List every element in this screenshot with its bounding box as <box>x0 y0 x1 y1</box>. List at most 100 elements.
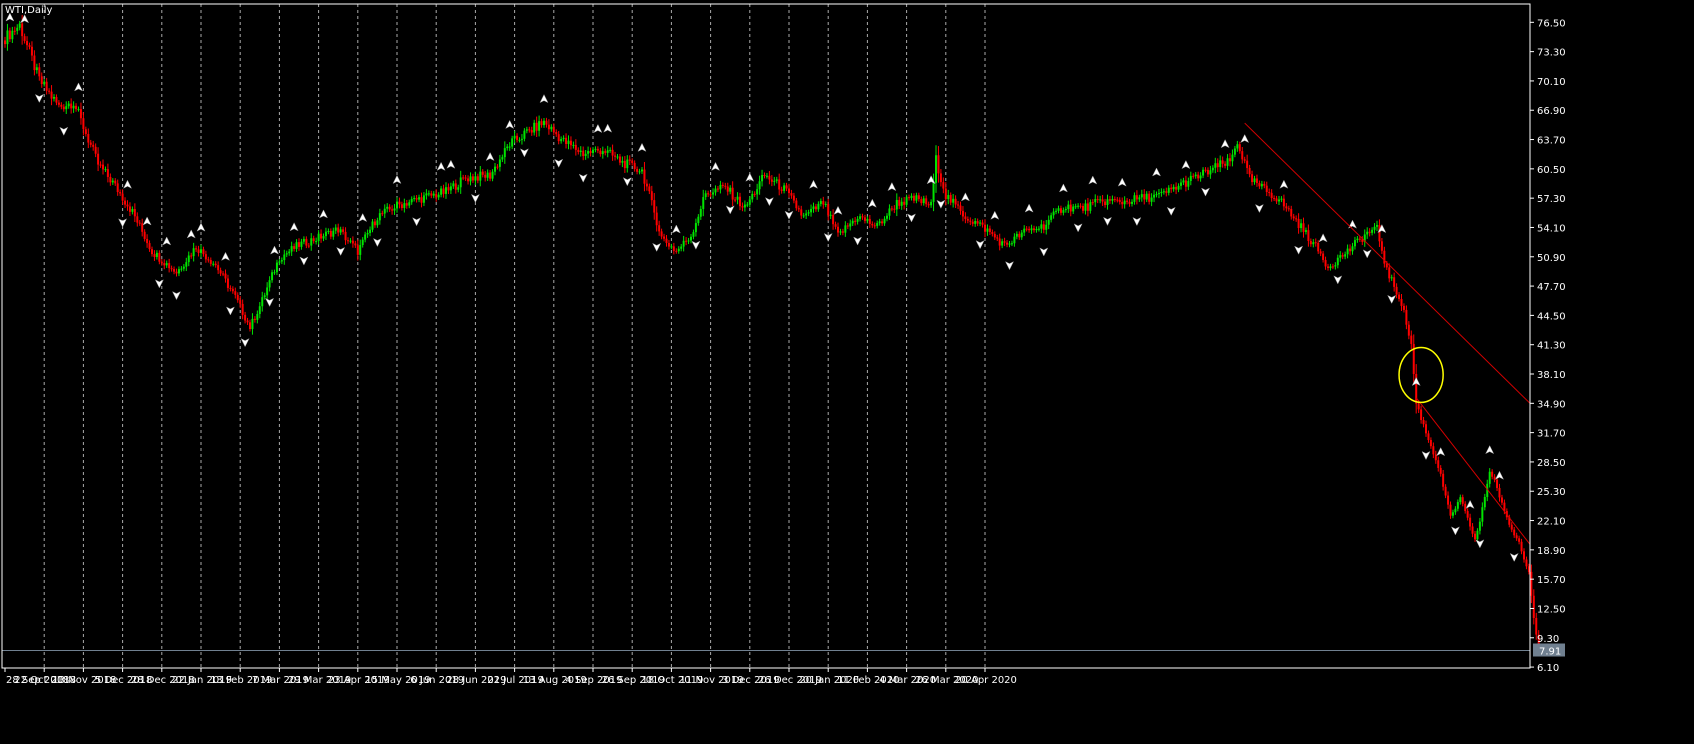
candle-body <box>1378 225 1381 242</box>
candle-body <box>577 149 580 152</box>
candle-body <box>1456 502 1459 509</box>
candle-body <box>922 198 925 204</box>
candle-body <box>8 30 11 40</box>
candle-body <box>1111 199 1114 201</box>
candle-body <box>339 229 342 233</box>
candle-body <box>1165 191 1168 193</box>
candle-body <box>1143 194 1146 200</box>
candle-body <box>682 240 685 247</box>
y-tick-label: 18.90 <box>1537 546 1566 557</box>
candle-body <box>1510 524 1513 530</box>
candle-body <box>1197 174 1200 179</box>
candle-body <box>23 36 26 41</box>
candle-body <box>604 151 607 153</box>
candle-body <box>1204 169 1207 171</box>
candle-body <box>18 23 21 28</box>
candle-body <box>457 187 460 190</box>
candle-body <box>1500 497 1503 503</box>
candle-body <box>4 40 6 45</box>
candle-body <box>912 195 915 201</box>
candle-body <box>1243 159 1246 161</box>
candle-body <box>224 273 227 279</box>
candle-body <box>1260 183 1263 187</box>
candle-body <box>508 146 511 148</box>
candle-body <box>770 179 773 182</box>
candle-body <box>212 263 215 265</box>
candle-body <box>756 189 759 195</box>
candle-body <box>851 220 854 224</box>
candle-body <box>155 252 158 257</box>
candle-body <box>908 197 911 199</box>
candle-body <box>641 169 643 172</box>
candle-body <box>1140 194 1143 198</box>
candle-body <box>1135 195 1138 200</box>
candle-body <box>1273 197 1276 199</box>
candle-body <box>824 204 827 206</box>
candle-body <box>430 193 433 196</box>
candle-body <box>1265 185 1268 193</box>
chart-container[interactable]: 76.50 73.30 70.10 66.90 63.70 60.50 57.30 54.10… <box>0 0 1694 744</box>
candle-body <box>1194 174 1197 177</box>
candle-body <box>26 40 29 46</box>
candle-body <box>1398 294 1401 300</box>
candle-body <box>234 291 237 295</box>
y-tick-label: 34.90 <box>1537 399 1566 410</box>
candle-body <box>800 209 803 216</box>
candle-body <box>741 206 744 208</box>
candle-body <box>1376 225 1378 227</box>
candle-body <box>694 223 697 233</box>
candle-body <box>1270 192 1273 198</box>
candle-body <box>621 160 624 163</box>
candle-body <box>915 195 918 201</box>
candle-body <box>104 169 107 171</box>
candle-body <box>1535 617 1538 635</box>
price-chart[interactable]: 76.50 73.30 70.10 66.90 63.70 60.50 57.30 54.10… <box>0 0 1694 744</box>
y-tick-label: 44.50 <box>1537 311 1566 322</box>
candle-body <box>1214 163 1217 168</box>
candle-body <box>38 67 41 77</box>
candle-body <box>873 225 876 227</box>
candle-body <box>1006 242 1009 245</box>
candle-body <box>1478 521 1481 531</box>
candle-body <box>491 171 494 179</box>
candle-body <box>79 109 82 119</box>
candle-body <box>565 137 568 144</box>
y-tick-label: 28.50 <box>1537 458 1566 469</box>
candle-body <box>498 159 501 167</box>
candle-body <box>351 240 354 244</box>
candle-body <box>97 153 100 165</box>
candle-body <box>1422 420 1425 425</box>
candle-body <box>1429 440 1432 447</box>
candle-body <box>263 295 266 298</box>
candle-body <box>1437 460 1440 468</box>
candle-body <box>369 229 372 233</box>
candle-body <box>1498 487 1501 498</box>
candle-body <box>312 238 315 242</box>
candle-body <box>280 260 283 262</box>
candle-body <box>418 197 421 200</box>
candle-body <box>1015 233 1018 237</box>
candle-body <box>1157 192 1160 195</box>
candle-body <box>712 192 715 195</box>
candle-body <box>1469 517 1472 527</box>
candle-body <box>320 233 323 239</box>
candle-body <box>1219 160 1222 168</box>
candle-body <box>204 254 207 260</box>
candle-body <box>84 129 87 135</box>
candle-body <box>1327 266 1329 269</box>
candle-body <box>1108 199 1111 201</box>
candle-body <box>386 206 389 209</box>
candle-body <box>60 104 63 107</box>
candle-body <box>1248 167 1251 175</box>
candle-body <box>795 200 798 209</box>
candle-body <box>1177 185 1180 190</box>
candle-body <box>1180 182 1182 186</box>
candle-body <box>126 204 129 207</box>
candle-body <box>638 171 641 173</box>
candle-body <box>1206 169 1209 175</box>
candle-body <box>1454 508 1457 513</box>
candle-body <box>846 225 849 227</box>
candle-body <box>1150 197 1153 202</box>
y-tick-label: 12.50 <box>1537 604 1566 615</box>
candle-body <box>116 183 119 193</box>
